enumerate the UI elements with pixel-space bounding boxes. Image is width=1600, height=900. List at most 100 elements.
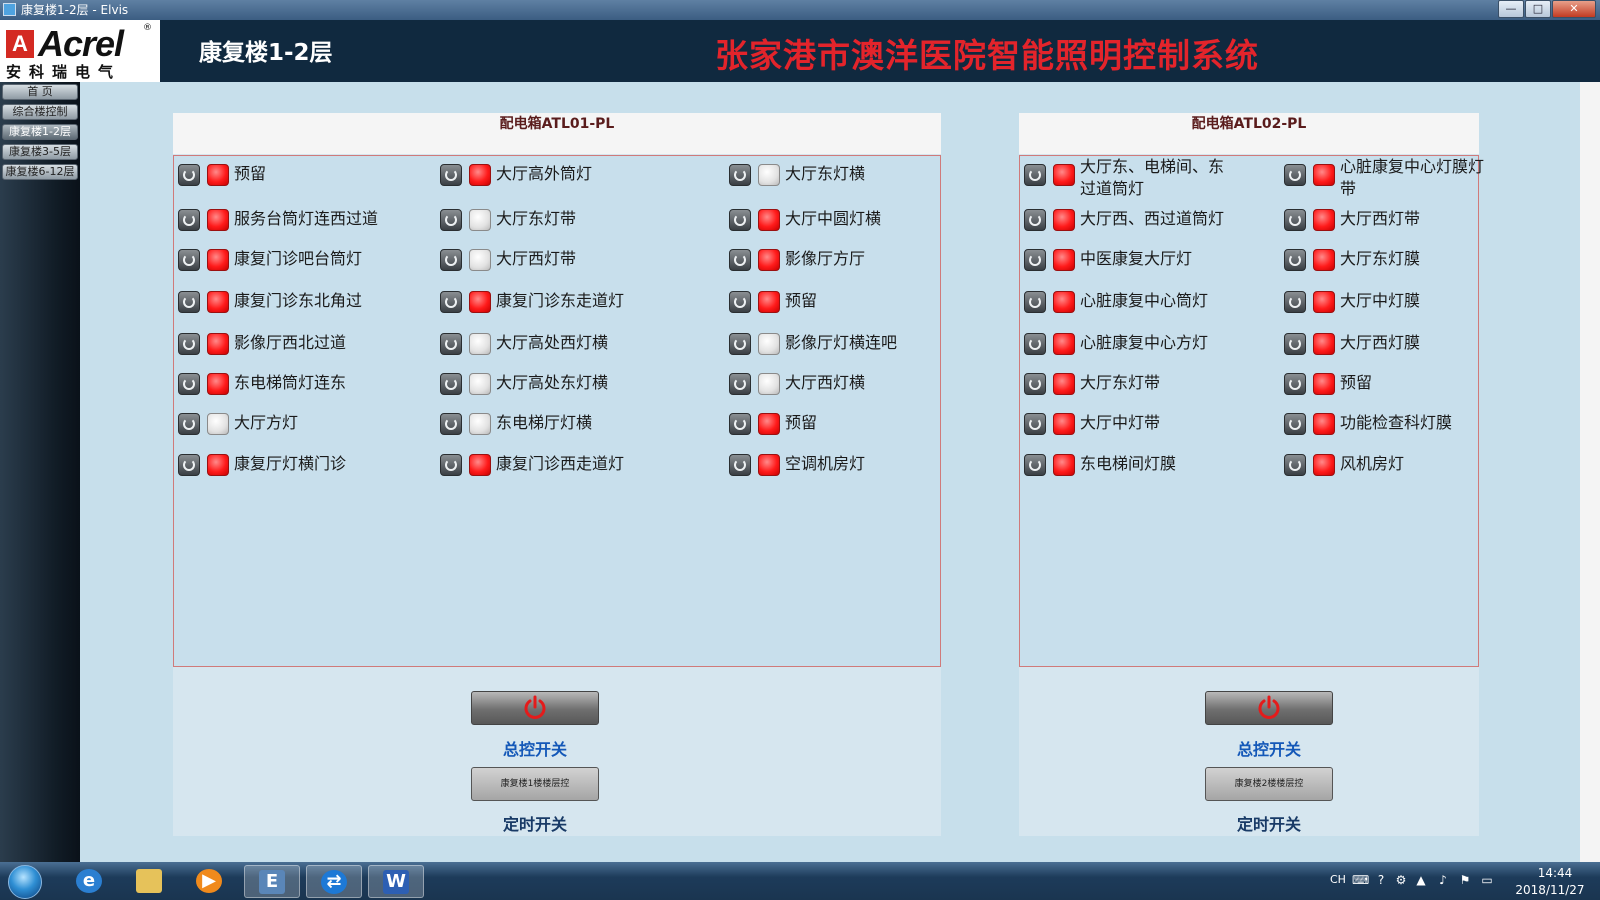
status-indicator-icon xyxy=(207,454,229,476)
master-switch-label: 总控开关 xyxy=(1236,740,1301,759)
power-toggle-icon[interactable] xyxy=(440,209,462,231)
network-icon[interactable]: ▭ xyxy=(1480,873,1494,887)
sidebar-item-complex-building[interactable]: 综合楼控制 xyxy=(2,104,78,120)
circuit-control: 大厅东、电梯间、东过道筒灯 xyxy=(1024,157,1274,198)
power-toggle-icon[interactable] xyxy=(178,373,200,395)
power-toggle-icon[interactable] xyxy=(1024,209,1046,231)
power-toggle-icon[interactable] xyxy=(729,413,751,435)
power-toggle-icon[interactable] xyxy=(729,291,751,313)
circuit-label: 功能检查科灯膜 xyxy=(1340,413,1453,432)
power-toggle-icon[interactable] xyxy=(178,164,200,186)
action-center-flag-icon[interactable]: ⚑ xyxy=(1458,873,1472,887)
power-toggle-icon[interactable] xyxy=(1284,249,1306,271)
circuit-label: 康复门诊吧台筒灯 xyxy=(234,249,363,268)
main-content: 配电箱ATL01-PL 预留 服务台筒灯连西过道 康复门诊吧台筒灯 康复门诊东北角过影… xyxy=(80,82,1580,862)
power-toggle-icon[interactable] xyxy=(178,291,200,313)
power-toggle-icon[interactable] xyxy=(729,454,751,476)
power-toggle-icon[interactable] xyxy=(729,333,751,355)
file-explorer-icon[interactable] xyxy=(122,865,178,898)
power-toggle-icon[interactable] xyxy=(1024,164,1046,186)
power-toggle-icon[interactable] xyxy=(440,413,462,435)
power-toggle-icon[interactable] xyxy=(1284,454,1306,476)
power-toggle-icon[interactable] xyxy=(729,164,751,186)
elvis-app-icon[interactable]: E xyxy=(244,865,300,898)
clock-date[interactable]: 2018/11/27 xyxy=(1510,883,1590,897)
status-indicator-icon xyxy=(758,249,780,271)
power-toggle-icon[interactable] xyxy=(440,333,462,355)
circuit-control: 预留 xyxy=(1284,371,1534,401)
power-toggle-icon[interactable] xyxy=(1024,249,1046,271)
power-toggle-icon[interactable] xyxy=(178,333,200,355)
power-toggle-icon[interactable] xyxy=(1284,291,1306,313)
close-button[interactable]: ✕ xyxy=(1552,0,1596,18)
power-toggle-icon[interactable] xyxy=(1024,413,1046,435)
circuit-label: 预留 xyxy=(234,164,267,183)
media-player-icon[interactable]: ▶ xyxy=(182,865,238,898)
power-toggle-icon[interactable] xyxy=(1284,413,1306,435)
language-indicator[interactable]: CH xyxy=(1330,873,1346,886)
clock-time[interactable]: 14:44 xyxy=(1525,866,1585,880)
circuit-label: 大厅东灯带 xyxy=(1080,373,1161,392)
power-icon xyxy=(1258,695,1280,719)
circuit-label: 大厅方灯 xyxy=(234,413,299,432)
sidebar-item-home[interactable]: 首 页 xyxy=(2,84,78,100)
maximize-button[interactable]: □ xyxy=(1525,0,1551,18)
power-toggle-icon[interactable] xyxy=(178,209,200,231)
circuit-label: 心脏康复中心筒灯 xyxy=(1080,291,1209,310)
circuit-label: 大厅西灯带 xyxy=(1340,209,1421,228)
power-toggle-icon[interactable] xyxy=(729,209,751,231)
power-toggle-icon[interactable] xyxy=(1024,373,1046,395)
power-toggle-icon[interactable] xyxy=(178,413,200,435)
power-toggle-icon[interactable] xyxy=(178,249,200,271)
power-toggle-icon[interactable] xyxy=(440,454,462,476)
panel-title: 配电箱ATL01-PL xyxy=(173,113,941,154)
start-button[interactable] xyxy=(8,865,42,899)
word-icon[interactable]: W xyxy=(368,865,424,898)
volume-icon[interactable]: ♪ xyxy=(1436,873,1450,887)
power-toggle-icon[interactable] xyxy=(440,164,462,186)
tray-expand-icon[interactable]: ▲ xyxy=(1414,873,1428,887)
power-toggle-icon[interactable] xyxy=(1024,454,1046,476)
master-switch-label: 总控开关 xyxy=(502,740,567,759)
teamviewer-icon[interactable]: ⇄ xyxy=(306,865,362,898)
floor-title: 康复楼1-2层 xyxy=(199,40,333,66)
floor-control-button[interactable]: 康复楼2楼楼层控 xyxy=(1205,767,1333,801)
help-icon[interactable]: ? xyxy=(1374,873,1388,887)
status-indicator-icon xyxy=(758,454,780,476)
settings-icon[interactable]: ⚙ xyxy=(1394,873,1408,887)
power-toggle-icon[interactable] xyxy=(178,454,200,476)
window-controls: — □ ✕ xyxy=(1497,0,1596,18)
minimize-button[interactable]: — xyxy=(1498,0,1524,18)
status-indicator-icon xyxy=(469,333,491,355)
circuit-label: 东电梯厅灯横 xyxy=(496,413,593,432)
circuit-label: 东电梯间灯膜 xyxy=(1080,454,1177,473)
master-switch-button[interactable] xyxy=(471,691,599,725)
circuit-control: 大厅西、西过道筒灯 xyxy=(1024,207,1274,237)
circuit-label: 大厅西灯膜 xyxy=(1340,333,1421,352)
floor-control-button[interactable]: 康复楼1楼楼层控 xyxy=(471,767,599,801)
window-titlebar: 康复楼1-2层 - Elvis — □ ✕ xyxy=(0,0,1600,20)
power-toggle-icon[interactable] xyxy=(729,373,751,395)
power-toggle-icon[interactable] xyxy=(440,373,462,395)
power-toggle-icon[interactable] xyxy=(1284,373,1306,395)
power-toggle-icon[interactable] xyxy=(1024,291,1046,313)
status-indicator-icon xyxy=(758,291,780,313)
circuit-label: 预留 xyxy=(785,291,818,310)
power-toggle-icon[interactable] xyxy=(729,249,751,271)
power-toggle-icon[interactable] xyxy=(440,249,462,271)
status-indicator-icon xyxy=(207,291,229,313)
power-toggle-icon[interactable] xyxy=(1024,333,1046,355)
power-toggle-icon[interactable] xyxy=(1284,164,1306,186)
circuit-label: 大厅东灯带 xyxy=(496,209,577,228)
internet-explorer-icon[interactable]: e xyxy=(62,865,118,898)
keyboard-icon[interactable]: ⌨ xyxy=(1352,873,1369,887)
power-toggle-icon[interactable] xyxy=(1284,209,1306,231)
power-toggle-icon[interactable] xyxy=(440,291,462,313)
circuit-control: 大厅中灯带 xyxy=(1024,411,1274,441)
status-indicator-icon xyxy=(758,333,780,355)
power-toggle-icon[interactable] xyxy=(1284,333,1306,355)
master-switch-button[interactable] xyxy=(1205,691,1333,725)
sidebar-item-rehab-1-2[interactable]: 康复楼1-2层 xyxy=(2,124,78,140)
sidebar-item-rehab-6-12[interactable]: 康复楼6-12层 xyxy=(2,164,78,180)
sidebar-item-rehab-3-5[interactable]: 康复楼3-5层 xyxy=(2,144,78,160)
